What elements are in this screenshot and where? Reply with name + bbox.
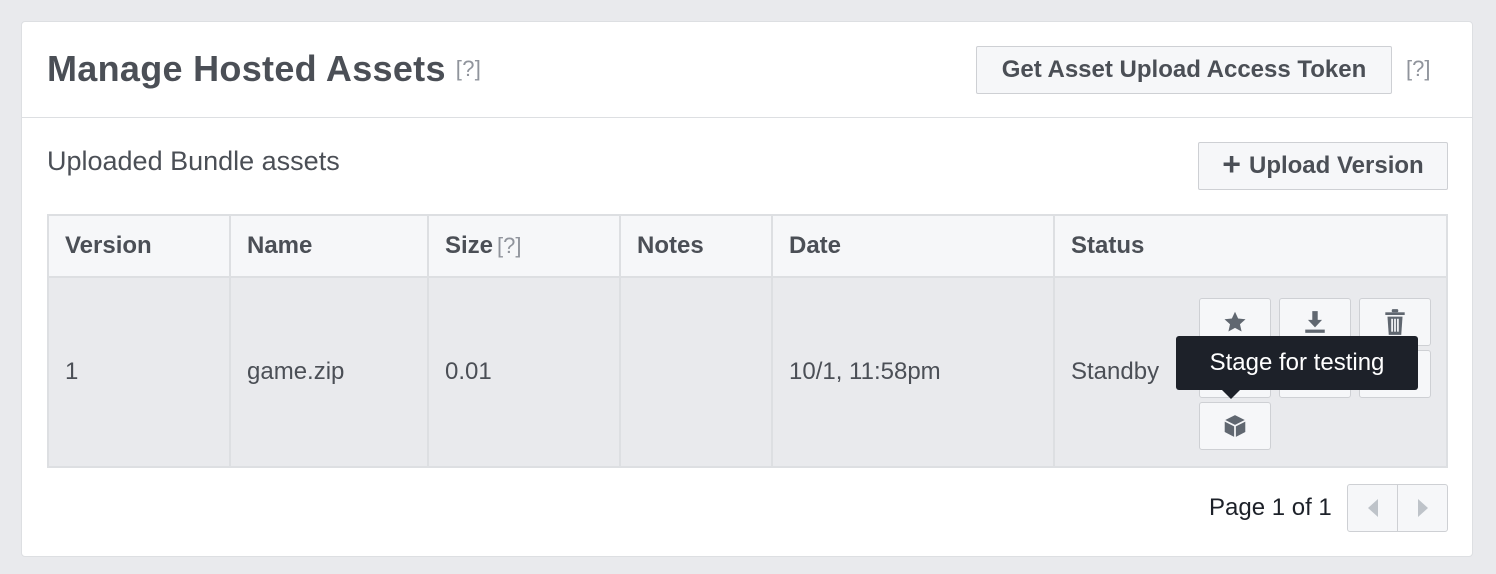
status-text: Standby xyxy=(1071,358,1160,385)
pager xyxy=(1347,484,1448,532)
cell-version: 1 xyxy=(47,276,231,468)
previous-page-button[interactable] xyxy=(1348,485,1397,531)
upload-version-button[interactable]: + Upload Version xyxy=(1198,142,1448,190)
column-date: Date xyxy=(771,214,1055,278)
upload-version-label: Upload Version xyxy=(1248,152,1424,179)
panel-header: Manage Hosted Assets [?] Get Asset Upload… xyxy=(22,22,1472,118)
chevron-right-icon xyxy=(1417,499,1428,517)
stage-for-testing-tooltip: Stage for testing xyxy=(1176,336,1418,390)
stage-for-testing-button[interactable] xyxy=(1199,402,1271,450)
column-status: Status xyxy=(1053,214,1448,278)
column-size-label: Size xyxy=(445,232,494,259)
download-icon xyxy=(1305,311,1325,333)
cell-notes xyxy=(619,276,773,468)
column-notes: Notes xyxy=(619,214,773,278)
title-help-link[interactable]: [?] xyxy=(456,56,481,81)
column-name: Name xyxy=(229,214,429,278)
box-icon xyxy=(1224,415,1246,437)
section-title: Uploaded Bundle assets xyxy=(47,146,340,176)
get-upload-token-button[interactable]: Get Asset Upload Access Token xyxy=(976,46,1392,94)
hosted-assets-panel: Manage Hosted Assets [?] Get Asset Upload… xyxy=(21,21,1473,557)
page-title-text: Manage Hosted Assets xyxy=(47,48,446,89)
tooltip-arrow xyxy=(1222,390,1240,399)
cell-size: 0.01 xyxy=(427,276,621,468)
star-icon xyxy=(1224,311,1246,332)
table-header-row: Version Name Size [?] Notes Date Status xyxy=(47,214,1448,278)
chevron-left-icon xyxy=(1367,499,1378,517)
token-help-link[interactable]: [?] xyxy=(1406,56,1430,82)
pagination-text: Page 1 of 1 xyxy=(1209,494,1332,521)
column-size: Size [?] xyxy=(427,214,621,278)
size-help-link[interactable]: [?] xyxy=(497,233,521,258)
plus-icon: + xyxy=(1222,146,1241,182)
next-page-button[interactable] xyxy=(1397,485,1447,531)
trash-icon xyxy=(1385,309,1405,335)
cell-name: game.zip xyxy=(229,276,429,468)
page-title: Manage Hosted Assets [?] xyxy=(47,48,481,90)
cell-date: 10/1, 11:58pm xyxy=(771,276,1055,468)
column-version: Version xyxy=(47,214,231,278)
